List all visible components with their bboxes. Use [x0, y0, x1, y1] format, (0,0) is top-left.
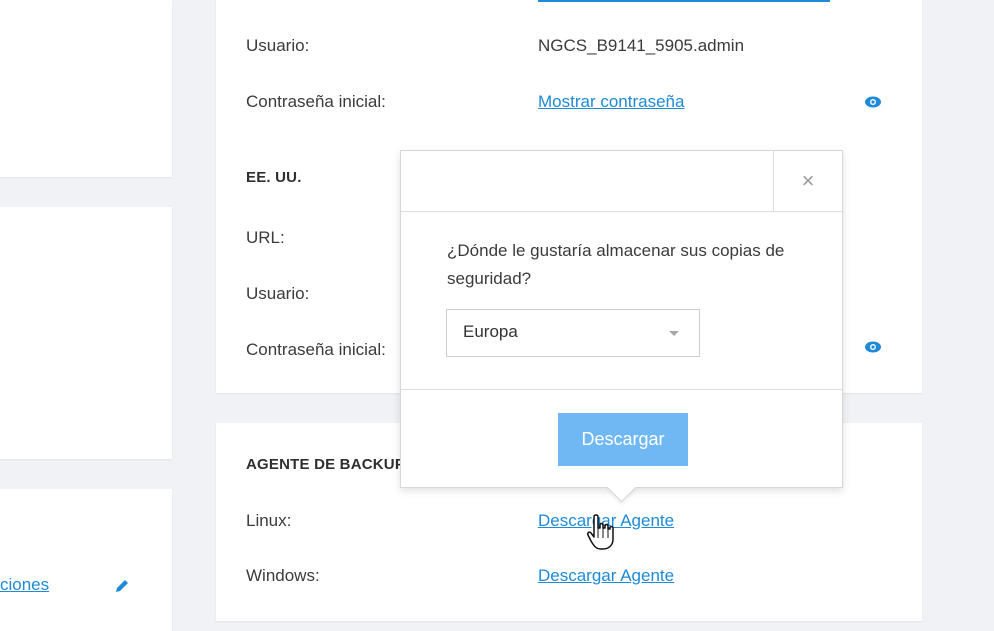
user-label: Usuario:: [246, 36, 310, 55]
us-section-title: EE. UU.: [246, 169, 302, 186]
region-select[interactable]: Europa: [446, 309, 700, 357]
popover-header: ×: [401, 151, 842, 212]
hand-pointer-icon: [587, 514, 614, 550]
chevron-down-icon: [669, 331, 679, 336]
left-card-3: ciones: [0, 489, 172, 631]
left-card-2: [0, 207, 172, 459]
eye-icon[interactable]: [864, 338, 882, 356]
top-link-underline: [538, 0, 830, 2]
left-card-1: [0, 0, 172, 177]
windows-label: Windows:: [246, 566, 320, 585]
download-button[interactable]: Descargar: [558, 413, 688, 466]
close-button[interactable]: ×: [773, 151, 842, 211]
close-icon: ×: [801, 168, 815, 193]
password-label: Contraseña inicial:: [246, 92, 386, 111]
configuraciones-link[interactable]: ciones: [0, 575, 49, 595]
us-user-label: Usuario:: [246, 284, 310, 303]
agent-section-title: AGENTE DE BACKUP: [246, 456, 406, 473]
pencil-icon[interactable]: [113, 577, 131, 595]
windows-download-link[interactable]: Descargar Agente: [538, 566, 674, 586]
us-url-label: URL:: [246, 228, 285, 247]
storage-question: ¿Dónde le gustaría almacenar sus copias …: [447, 241, 785, 288]
eye-icon[interactable]: [864, 93, 882, 111]
user-value: NGCS_B9141_5905.admin: [538, 36, 745, 55]
backup-location-popover: × ¿Dónde le gustaría almacenar sus copia…: [400, 150, 843, 503]
linux-label: Linux:: [246, 511, 292, 530]
show-password-link[interactable]: Mostrar contraseña: [538, 92, 684, 112]
region-select-value: Europa: [463, 322, 518, 341]
us-password-label: Contraseña inicial:: [246, 340, 386, 359]
